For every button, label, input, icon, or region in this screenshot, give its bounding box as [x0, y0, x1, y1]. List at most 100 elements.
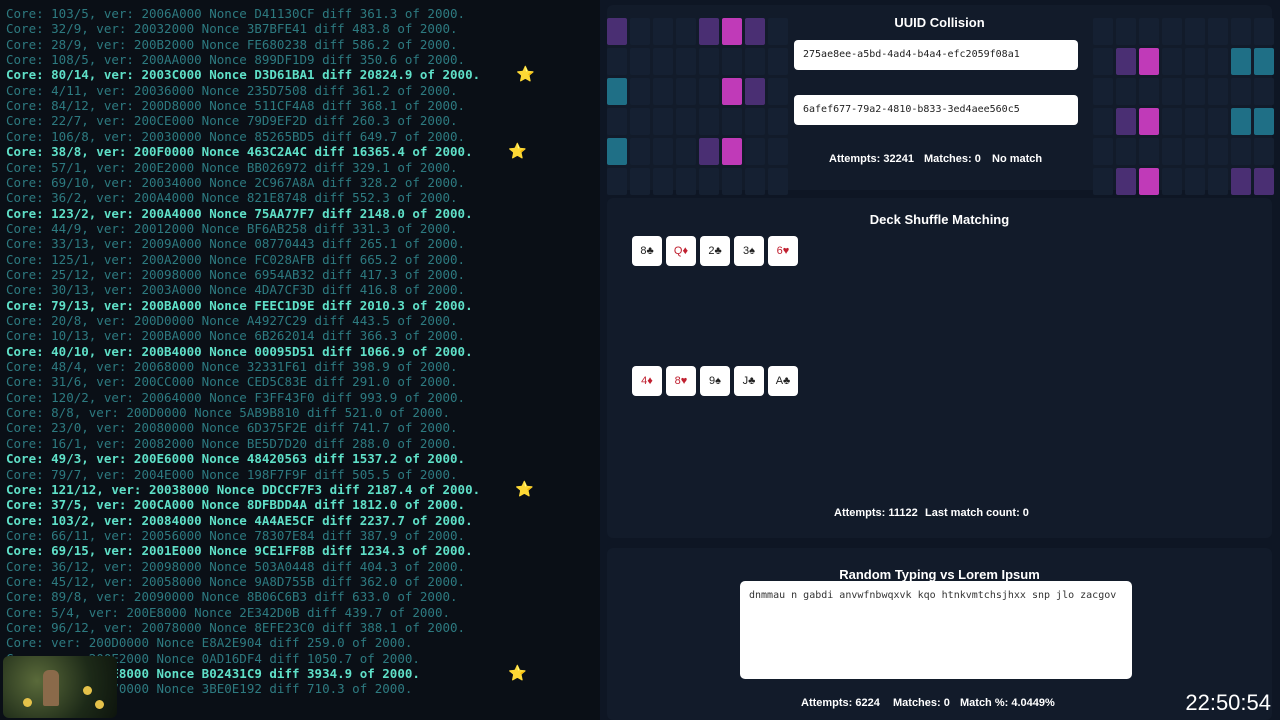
uuid-grid-cell	[653, 18, 673, 45]
uuid-grid-cell	[1208, 18, 1228, 45]
uuid-grid-cell	[1185, 108, 1205, 135]
playing-card: 9♠	[700, 366, 730, 396]
deck-last-match: Last match count: 0	[925, 507, 1029, 519]
uuid-grid-cell	[1162, 108, 1182, 135]
uuid-grid-cell	[676, 108, 696, 135]
uuid-grid-cell	[745, 48, 765, 75]
uuid-grid-cell	[722, 168, 742, 195]
log-line: Core: 31/6, ver: 200CC000 Nonce CED5C83E…	[6, 374, 458, 390]
uuid-grid-cell	[607, 138, 627, 165]
log-line: Core: 33/13, ver: 2009A000 Nonce 0877044…	[6, 236, 466, 252]
uuid-grid-cell	[1185, 168, 1205, 195]
star-icon: ⭐	[508, 142, 527, 161]
uuid-grid-cell	[1185, 138, 1205, 165]
uuid-grid-cell	[745, 108, 765, 135]
log-line: Core: 121/12, ver: 20038000 Nonce DDCCF7…	[6, 481, 481, 497]
playing-card: 3♠	[734, 236, 764, 266]
uuid-grid-cell	[722, 18, 742, 45]
log-line: Core: 48/4, ver: 20068000 Nonce 32331F61…	[6, 359, 458, 375]
log-line: Core: 20/8, ver: 200D0000 Nonce A4927C29…	[6, 313, 458, 328]
log-line: Core: 69/10, ver: 20034000 Nonce 2C967A8…	[6, 174, 466, 190]
uuid-grid-cell	[1139, 108, 1159, 135]
log-line: Core: 36/2, ver: 200A4000 Nonce 821E8748…	[6, 190, 458, 206]
uuid-grid-cell	[699, 48, 719, 75]
log-line: Core: 37/5, ver: 200CA000 Nonce 8DFBDD4A…	[6, 497, 466, 513]
uuid-grid-cell	[1139, 138, 1159, 165]
uuid-grid-cell	[630, 168, 650, 195]
log-line: Core: 16/1, ver: 20082000 Nonce BE5D7D20…	[6, 435, 458, 451]
uuid-grid-cell	[768, 48, 788, 75]
uuid-grid-cell	[1231, 168, 1251, 195]
uuid-grid-cell	[630, 78, 650, 105]
uuid-grid-cell	[1093, 18, 1113, 45]
coin-icon	[83, 686, 92, 695]
uuid-grid-cell	[1254, 78, 1274, 105]
coin-icon	[23, 698, 32, 707]
playing-card: 6♥	[768, 236, 798, 266]
uuid-collision-panel: UUID Collision 275ae8ee-a5bd-4ad4-b4a4-e…	[607, 5, 1274, 195]
uuid-grid-left	[607, 18, 788, 195]
uuid-grid-cell	[768, 18, 788, 45]
playing-card: Q♦	[666, 236, 696, 266]
log-line: Core: 96/12, ver: 20078000 Nonce 8EFE23C…	[6, 620, 466, 635]
uuid-grid-cell	[653, 168, 673, 195]
uuid-grid-cell	[1208, 168, 1228, 195]
uuid-grid-cell	[676, 78, 696, 105]
log-line: Core: 79/13, ver: 200BA000 Nonce FEEC1D9…	[6, 297, 473, 313]
uuid-grid-cell	[1185, 78, 1205, 105]
deck-title: Deck Shuffle Matching	[869, 212, 1010, 227]
uuid-grid-cell	[1162, 168, 1182, 195]
typing-output-box: dnmmau n gabdi anvwfnbwqxvk kqo htnkvmtc…	[740, 581, 1132, 679]
uuid-grid-cell	[1162, 138, 1182, 165]
uuid-grid-cell	[1162, 18, 1182, 45]
typing-title: Random Typing vs Lorem Ipsum	[839, 567, 1040, 582]
uuid-grid-cell	[1116, 138, 1136, 165]
uuid-grid-cell	[653, 48, 673, 75]
uuid-grid-cell	[1162, 78, 1182, 105]
uuid-grid-cell	[653, 108, 673, 135]
uuid-grid-cell	[768, 168, 788, 195]
uuid-grid-cell	[768, 108, 788, 135]
playing-card: 8♥	[666, 366, 696, 396]
uuid-grid-cell	[1093, 48, 1113, 75]
uuid-grid-cell	[768, 138, 788, 165]
uuid-grid-cell	[1139, 168, 1159, 195]
log-line: Core: 45/12, ver: 20058000 Nonce 9A8D755…	[6, 573, 466, 589]
log-line: Core: 106/8, ver: 20030000 Nonce 85265BD…	[6, 128, 466, 144]
log-line: Core: 32/9, ver: 20032000 Nonce 3B7BFE41…	[6, 21, 458, 37]
uuid-grid-cell	[1231, 48, 1251, 75]
uuid-grid-cell	[699, 18, 719, 45]
uuid-grid-cell	[1254, 168, 1274, 195]
uuid-field-1: 275ae8ee-a5bd-4ad4-b4a4-efc2059f08a1	[794, 40, 1078, 70]
uuid-grid-cell	[1185, 18, 1205, 45]
uuid-grid-cell	[1116, 78, 1136, 105]
uuid-grid-cell	[607, 108, 627, 135]
log-line: Core: 22/7, ver: 200CE000 Nonce 79D9EF2D…	[6, 113, 458, 129]
uuid-grid-cell	[1139, 18, 1159, 45]
streamer-thumbnail	[3, 656, 117, 718]
log-line: Core: 23/0, ver: 20080000 Nonce 6D375F2E…	[6, 420, 458, 436]
log-line: Core: 25/12, ver: 20098000 Nonce 6954AB3…	[6, 266, 466, 282]
log-line: Core: 108/5, ver: 200AA000 Nonce 899DF1D…	[6, 52, 466, 68]
playing-card: 4♦	[632, 366, 662, 396]
log-line: Core: 30/13, ver: 2003A000 Nonce 4DA7CF3…	[6, 282, 466, 298]
log-line: Core: 125/1, ver: 200A2000 Nonce FC028AF…	[6, 251, 466, 267]
uuid-grid-cell	[676, 168, 696, 195]
playing-card: A♣	[768, 366, 798, 396]
log-line: Core: 79/7, ver: 2004E000 Nonce 198F7F9F…	[6, 466, 458, 482]
typing-matches: Matches: 0	[893, 697, 950, 709]
uuid-grid-cell	[1139, 78, 1159, 105]
uuid-matches: Matches: 0	[924, 153, 981, 165]
uuid-field-2: 6afef677-79a2-4810-b833-3ed4aee560c5	[794, 95, 1078, 125]
uuid-grid-cell	[1231, 78, 1251, 105]
uuid-grid-cell	[1254, 138, 1274, 165]
log-line: Core: 123/2, ver: 200A4000 Nonce 75AA77F…	[6, 205, 473, 221]
typing-attempts: Attempts: 6224	[801, 697, 880, 709]
uuid-grid-cell	[722, 138, 742, 165]
log-line: Core: 80/14, ver: 2003C000 Nonce D3D61BA…	[6, 67, 481, 83]
miner-figure	[43, 670, 59, 706]
uuid-grid-cell	[1254, 108, 1274, 135]
uuid-grid-cell	[1208, 138, 1228, 165]
log-line: Core: 10/13, ver: 200BA000 Nonce 6B26201…	[6, 328, 466, 344]
log-line: Core: 66/11, ver: 20056000 Nonce 78307E8…	[6, 527, 466, 543]
